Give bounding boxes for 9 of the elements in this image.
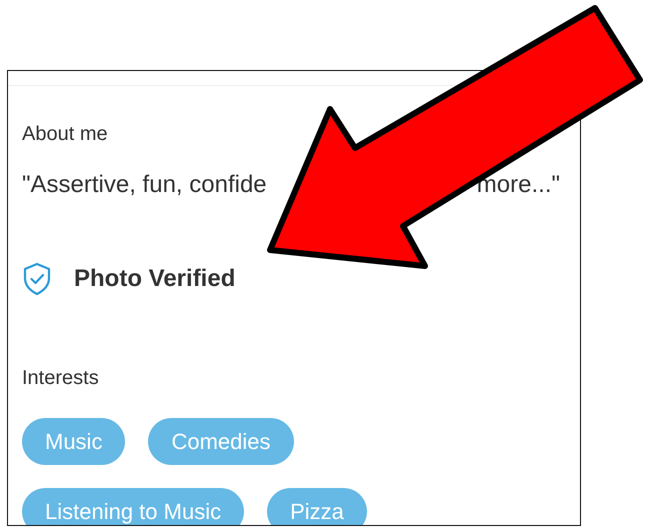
section-heading: About me [22,122,109,146]
section-heading: Interests [22,366,100,390]
interest-tag: Pizza [267,488,367,525]
interest-tag: Music [22,418,126,465]
about-text: "Assertive, fun, confide [22,170,267,200]
interest-tag: Comedies [148,418,294,465]
interest-tag: Listening to Music [22,488,244,525]
verification-label: Photo Verified [74,265,236,293]
about-text: more..." [476,170,560,200]
